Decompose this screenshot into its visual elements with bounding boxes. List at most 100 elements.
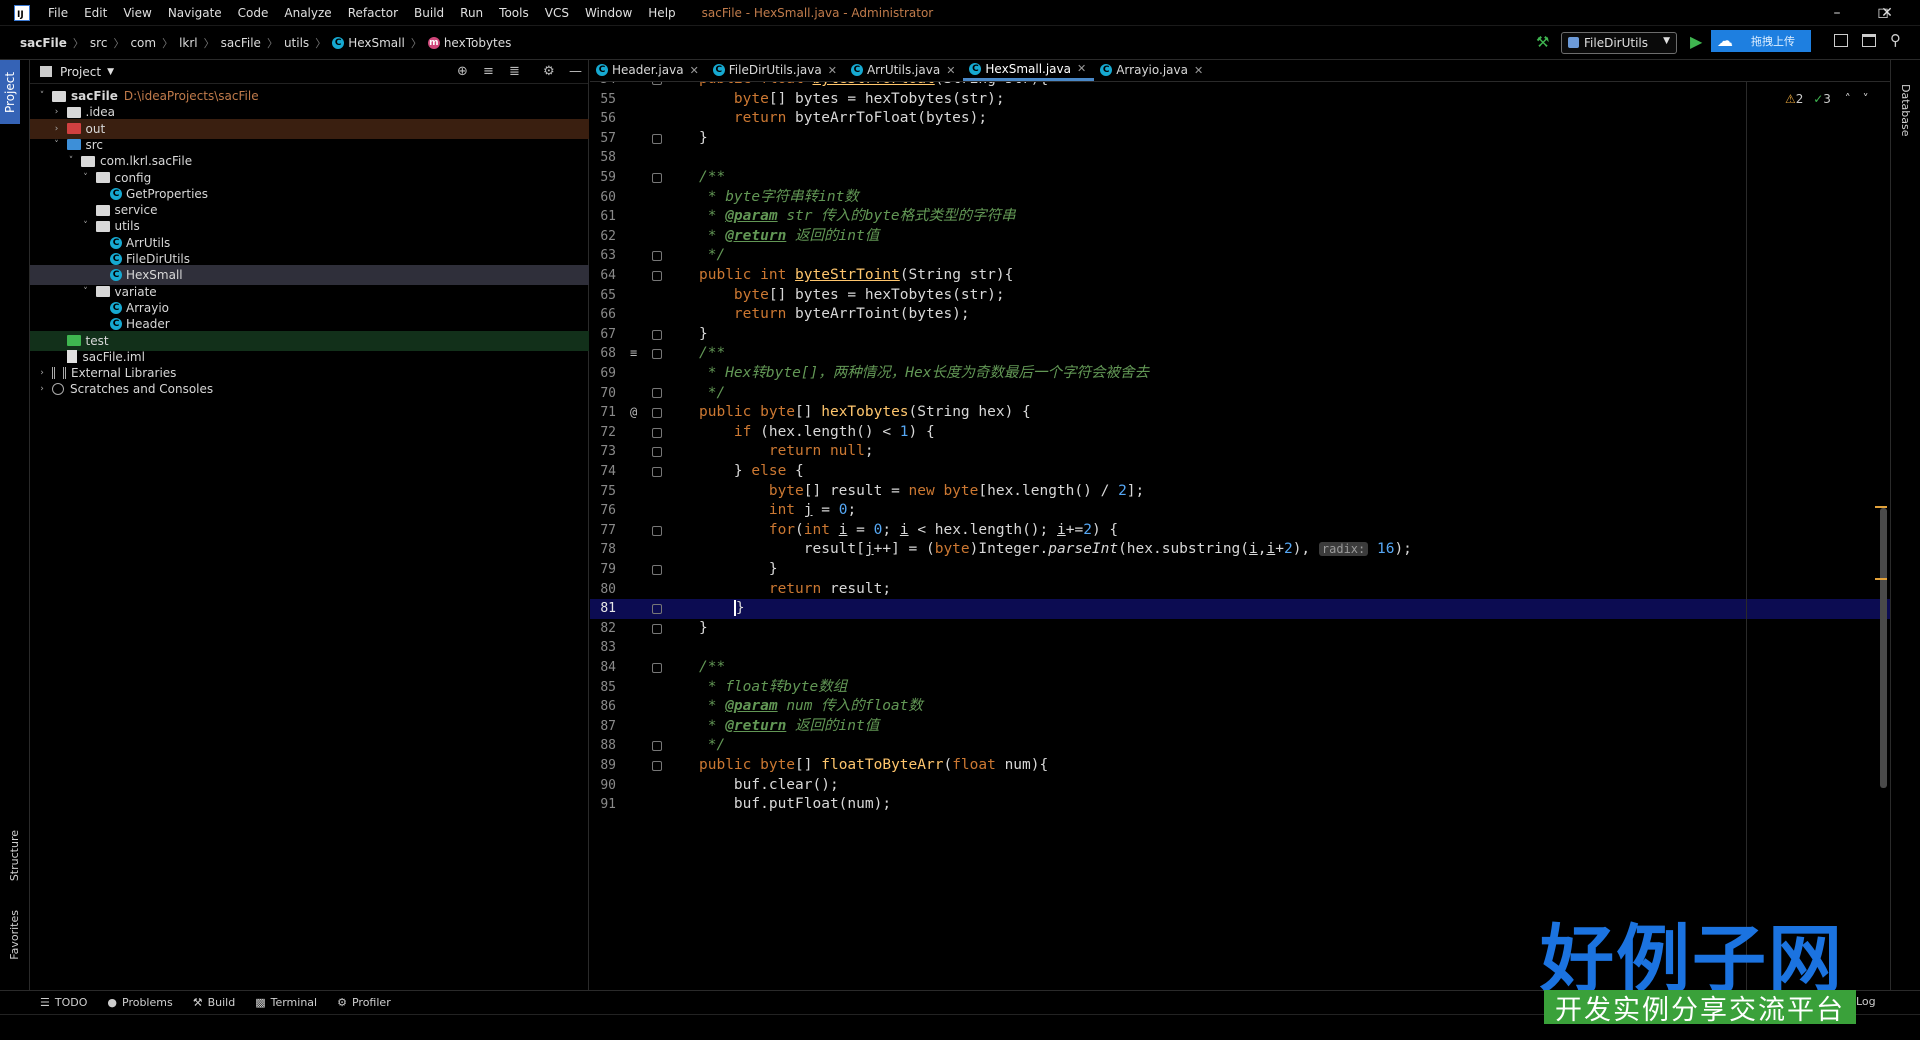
fold-marker-icon[interactable]	[652, 82, 662, 85]
menu-code[interactable]: Code	[230, 0, 277, 26]
code-line[interactable]: 61 * @param str 传入的byte格式类型的字符串	[590, 207, 1890, 227]
tab-project[interactable]: Project	[0, 60, 20, 124]
chevron-right-icon[interactable]: ›	[51, 107, 63, 117]
code-line[interactable]: 90 buf.clear();	[590, 776, 1890, 796]
chevron-right-icon[interactable]: ›	[36, 384, 48, 394]
build-tool-button[interactable]: ⚒ Build	[193, 996, 236, 1009]
code-line[interactable]: 88 */	[590, 736, 1890, 756]
menu-edit[interactable]: Edit	[76, 0, 115, 26]
render-doc-icon[interactable]: ≡	[630, 344, 637, 364]
fold-marker-icon[interactable]	[652, 525, 662, 536]
menu-vcs[interactable]: VCS	[537, 0, 577, 26]
window-close-icon[interactable]: ✕	[1864, 0, 1910, 26]
chevron-down-icon[interactable]: ˅	[51, 140, 63, 150]
code-line[interactable]: 73 return null;	[590, 442, 1890, 462]
code-line[interactable]: 57}	[590, 129, 1890, 149]
project-structure-icon[interactable]	[1834, 34, 1848, 47]
close-tab-icon[interactable]: ✕	[946, 64, 955, 77]
code-line[interactable]: 64 public int byteStrToint(String str){	[590, 266, 1890, 286]
code-line[interactable]: 68 ≡ /**	[590, 344, 1890, 364]
fold-marker-icon[interactable]	[652, 388, 662, 399]
inspection-widget[interactable]: ⚠2 ✓3 ˄ ˅	[1785, 92, 1869, 106]
usages-icon[interactable]: @	[630, 403, 637, 423]
code-line[interactable]: 86 * @param num 传入的float数	[590, 697, 1890, 717]
chevron-down-icon[interactable]: ˅	[65, 156, 77, 166]
profiler-tool-button[interactable]: ⚙ Profiler	[337, 996, 391, 1009]
hide-panel-icon[interactable]: —	[569, 64, 582, 79]
code-line[interactable]: 87 * @return 返回的int值	[590, 717, 1890, 737]
menu-window[interactable]: Window	[577, 0, 640, 26]
fold-marker-icon[interactable]	[652, 603, 662, 614]
code-line[interactable]: 83	[590, 638, 1890, 658]
chevron-down-icon[interactable]: ˅	[80, 287, 92, 297]
problems-tool-button[interactable]: ● Problems	[107, 996, 172, 1009]
code-line[interactable]: 55 byte[] bytes = hexTobytes(str);	[590, 90, 1890, 110]
chevron-down-icon[interactable]: ˅	[1863, 92, 1869, 106]
breadcrumb-item[interactable]: sacFile	[221, 36, 261, 50]
fold-marker-icon[interactable]	[652, 329, 662, 340]
tree-item[interactable]: › Scratches and Consoles	[30, 379, 589, 399]
breadcrumb-item[interactable]: sacFile	[20, 36, 67, 50]
code-line[interactable]: 60 * byte字符串转int数	[590, 188, 1890, 208]
code-line[interactable]: 91 buf.putFloat(num);	[590, 795, 1890, 815]
code-line[interactable]: 56 return byteArrToFloat(bytes);	[590, 109, 1890, 129]
code-line[interactable]: 63 */	[590, 246, 1890, 266]
chevron-down-icon[interactable]: ▼	[107, 67, 114, 77]
menu-analyze[interactable]: Analyze	[276, 0, 339, 26]
run-icon[interactable]: ▶	[1690, 32, 1702, 51]
locate-icon[interactable]: ⊕	[457, 64, 468, 79]
minimize-icon[interactable]: –	[1814, 0, 1860, 26]
code-editor[interactable]: 54 public float byteStrToFloat(String str…	[590, 82, 1890, 990]
close-tab-icon[interactable]: ✕	[828, 64, 837, 77]
menu-tools[interactable]: Tools	[491, 0, 537, 26]
fold-marker-icon[interactable]	[652, 133, 662, 144]
gear-icon[interactable]: ⚙	[543, 64, 555, 79]
code-line[interactable]: 71 @ public byte[] hexTobytes(String hex) …	[590, 403, 1890, 423]
chevron-up-icon[interactable]: ˄	[1845, 92, 1851, 106]
fold-marker-icon[interactable]	[652, 270, 662, 281]
code-line[interactable]: 74 } else {	[590, 462, 1890, 482]
editor-tab[interactable]: C Header.java ✕	[590, 59, 707, 81]
code-line[interactable]: 67}	[590, 325, 1890, 345]
terminal-tool-button[interactable]: ▩ Terminal	[255, 996, 317, 1009]
code-line[interactable]: 62 * @return 返回的int值	[590, 227, 1890, 247]
menu-navigate[interactable]: Navigate	[160, 0, 230, 26]
close-tab-icon[interactable]: ✕	[690, 64, 699, 77]
menu-build[interactable]: Build	[406, 0, 452, 26]
fold-marker-icon[interactable]	[652, 623, 662, 634]
editor-tab[interactable]: C ArrUtils.java ✕	[845, 59, 963, 81]
breadcrumb-item[interactable]: lkrl	[179, 36, 198, 50]
fold-marker-icon[interactable]	[652, 407, 662, 418]
fold-marker-icon[interactable]	[652, 741, 662, 752]
code-line[interactable]: 75 byte[] result = new byte[hex.length()…	[590, 482, 1890, 502]
code-line[interactable]: 84 /**	[590, 658, 1890, 678]
chevron-down-icon[interactable]: ˅	[36, 91, 48, 101]
breadcrumb-item[interactable]: com	[130, 36, 156, 50]
editor-tab[interactable]: C Arrayio.java ✕	[1094, 59, 1211, 81]
code-line[interactable]: 79 }	[590, 560, 1890, 580]
chevron-down-icon[interactable]: ˅	[80, 173, 92, 183]
fold-marker-icon[interactable]	[652, 447, 662, 458]
warning-marker[interactable]	[1875, 578, 1887, 580]
chevron-right-icon[interactable]: ›	[36, 368, 48, 378]
close-tab-icon[interactable]: ✕	[1194, 64, 1203, 77]
run-configuration-select[interactable]: FileDirUtils ▼	[1561, 32, 1677, 54]
collapse-all-icon[interactable]: ≣	[509, 64, 520, 79]
code-line[interactable]: 89 public byte[] floatToByteArr(float num…	[590, 756, 1890, 776]
breadcrumb-item[interactable]: src	[90, 36, 108, 50]
code-line[interactable]: 72 if (hex.length() < 1) {	[590, 423, 1890, 443]
project-view-select[interactable]: Project	[60, 65, 101, 79]
menu-run[interactable]: Run	[452, 0, 491, 26]
fold-marker-icon[interactable]	[652, 349, 662, 360]
code-line[interactable]: 80 return result;	[590, 580, 1890, 600]
tab-structure[interactable]: Structure	[8, 830, 21, 881]
chevron-right-icon[interactable]: ›	[51, 124, 63, 134]
search-icon[interactable]: ⚲	[1890, 31, 1901, 49]
fold-marker-icon[interactable]	[652, 427, 662, 438]
fold-marker-icon[interactable]	[652, 466, 662, 477]
code-line[interactable]: 85 * float转byte数组	[590, 678, 1890, 698]
code-line[interactable]: 78 result[j++] = (byte)Integer.parseInt(…	[590, 540, 1890, 560]
tab-database[interactable]: Database	[1899, 84, 1912, 137]
code-line[interactable]: 54 public float byteStrToFloat(String str…	[590, 82, 1890, 90]
warning-marker[interactable]	[1875, 506, 1887, 508]
